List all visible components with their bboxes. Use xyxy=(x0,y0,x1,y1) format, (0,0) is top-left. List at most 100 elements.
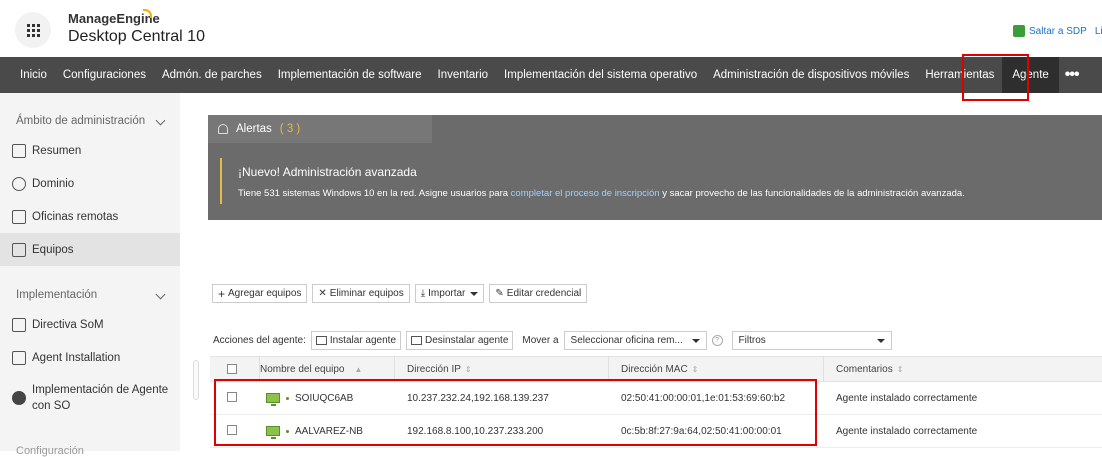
app-launcher-button[interactable] xyxy=(15,12,51,48)
help-icon[interactable]: ? xyxy=(711,335,723,346)
edit-credential-label: Editar credencial xyxy=(506,288,582,299)
remove-equipment-button[interactable]: ✕ Eliminar equipos xyxy=(312,284,410,303)
bell-icon xyxy=(218,124,228,134)
nav-moviles[interactable]: Administración de dispositivos móviles xyxy=(705,57,917,93)
os-deploy-icon xyxy=(12,391,26,405)
alerts-tab-label: Alertas xyxy=(236,123,272,135)
alert-body xyxy=(208,143,1102,220)
close-icon: ✕ xyxy=(318,288,327,299)
sidebar-item-resumen[interactable]: Resumen xyxy=(0,134,180,167)
caret-down-icon xyxy=(876,338,885,343)
policy-icon xyxy=(12,317,26,332)
row-comment: Agente instalado correctamente xyxy=(836,392,978,404)
install-icon xyxy=(12,350,26,365)
sidebar-item-label: Equipos xyxy=(32,243,74,256)
select-all-checkbox[interactable] xyxy=(227,364,237,374)
office-select[interactable]: Seleccionar oficina rem... xyxy=(563,331,707,350)
filters-select-value: Filtros xyxy=(738,335,766,346)
import-button[interactable]: ⤓ Importar xyxy=(414,284,485,303)
highlight-rows-box xyxy=(214,379,817,446)
more-icon[interactable]: ••• xyxy=(1059,66,1085,84)
agent-actions-bar: Acciones del agente: Instalar agente Des… xyxy=(213,331,892,350)
header-comments[interactable]: Comentarios ⇕ xyxy=(824,356,1102,382)
remove-equipment-label: Eliminar equipos xyxy=(329,288,404,299)
alerts-count: ( 3 ) xyxy=(279,123,301,135)
add-equipment-button[interactable]: + Agregar equipos xyxy=(212,284,308,303)
grid-icon xyxy=(26,23,40,37)
agent-actions-label: Acciones del agente: xyxy=(213,335,306,346)
summary-icon xyxy=(12,143,26,158)
plus-icon: + xyxy=(218,286,226,301)
sidebar-item-agent-installation[interactable]: Agent Installation xyxy=(0,341,180,374)
edit-credential-button[interactable]: ✎ Editar credencial xyxy=(489,284,588,303)
sidebar-section-faded: Configuración xyxy=(16,445,84,457)
nav-parches[interactable]: Admón. de parches xyxy=(154,57,270,93)
sidebar-item-equipos[interactable]: Equipos xyxy=(0,233,180,266)
sort-icon: ⇕ xyxy=(896,364,904,374)
equipment-toolbar: + Agregar equipos ✕ Eliminar equipos ⤓ I… xyxy=(212,284,588,303)
brand-product: Desktop Central 10 xyxy=(68,28,205,45)
sidebar-item-label: Oficinas remotas xyxy=(32,210,119,223)
header-name-label: Nombre del equipo xyxy=(260,363,345,375)
app-header: ManageEngine Desktop Central 10 Saltar a… xyxy=(0,0,1102,57)
header-comments-label: Comentarios xyxy=(836,363,893,375)
sidebar-item-directiva[interactable]: Directiva SoM xyxy=(0,308,180,341)
alert-title: ¡Nuevo! Administración avanzada xyxy=(238,165,417,179)
sort-icon: ⇕ xyxy=(464,364,472,374)
install-agent-button[interactable]: Instalar agente xyxy=(310,331,402,350)
header-cut-link[interactable]: Li xyxy=(1095,26,1102,37)
add-equipment-label: Agregar equipos xyxy=(228,288,302,299)
chevron-down-icon xyxy=(155,115,166,126)
nav-software[interactable]: Implementación de software xyxy=(270,57,430,93)
computer-icon xyxy=(12,242,26,257)
filters-select[interactable]: Filtros xyxy=(731,331,892,350)
alert-accent-bar xyxy=(220,158,222,204)
alert-text-start: Tiene 531 sistemas Windows 10 en la red.… xyxy=(238,188,511,199)
alert-text: Tiene 531 sistemas Windows 10 en la red.… xyxy=(238,188,965,199)
alerts-tab[interactable]: Alertas ( 3 ) xyxy=(208,115,432,143)
nav-inventario[interactable]: Inventario xyxy=(430,57,497,93)
sidebar-item-label: Agent Installation xyxy=(32,351,121,364)
row-comment: Agente instalado correctamente xyxy=(836,425,978,437)
download-icon: ⤓ xyxy=(420,288,426,299)
sidebar-item-label: Implementación de Agente con SO xyxy=(32,384,169,412)
globe-icon xyxy=(12,176,26,191)
nav-so[interactable]: Implementación del sistema operativo xyxy=(496,57,705,93)
sdp-link[interactable]: Saltar a SDP Li xyxy=(1013,25,1102,37)
sidebar-resize-handle[interactable] xyxy=(193,360,199,400)
office-select-value: Seleccionar oficina rem... xyxy=(570,335,683,346)
sidebar-section-ambito[interactable]: Ámbito de administración xyxy=(16,115,172,127)
header-mac-label: Dirección MAC xyxy=(621,363,688,375)
sort-icon: ⇕ xyxy=(691,364,699,374)
install-agent-label: Instalar agente xyxy=(329,335,397,346)
move-to-label: Mover a xyxy=(522,335,559,346)
install-agent-icon xyxy=(315,336,327,345)
uninstall-agent-label: Desinstalar agente xyxy=(425,335,509,346)
offices-icon xyxy=(12,209,26,224)
caret-down-icon xyxy=(691,338,700,343)
sidebar-item-dominio[interactable]: Dominio xyxy=(0,167,180,200)
sidebar: Ámbito de administración Resumen Dominio… xyxy=(0,93,180,457)
import-label: Importar xyxy=(428,288,466,299)
nav-inicio[interactable]: Inicio xyxy=(12,57,55,93)
uninstall-agent-icon xyxy=(411,336,423,345)
alert-link[interactable]: completar el proceso de inscripción xyxy=(511,188,660,199)
sidebar-item-label: Dominio xyxy=(32,177,75,190)
highlight-agente-box xyxy=(962,54,1029,101)
sidebar-section-label: Ámbito de administración xyxy=(16,115,146,127)
nav-configuraciones[interactable]: Configuraciones xyxy=(55,57,154,93)
pencil-icon: ✎ xyxy=(495,288,504,299)
uninstall-agent-button[interactable]: Desinstalar agente xyxy=(406,331,514,350)
sidebar-item-label: Resumen xyxy=(32,144,82,157)
sidebar-item-label: Directiva SoM xyxy=(32,318,104,331)
sidebar-section-label: Implementación xyxy=(16,289,98,301)
sort-asc-icon: ▲ xyxy=(354,364,363,374)
alert-text-end: y sacar provecho de las funcionalidades … xyxy=(659,188,965,199)
sidebar-section-implementacion[interactable]: Implementación xyxy=(16,289,172,301)
header-ip-label: Dirección IP xyxy=(407,363,461,375)
sidebar-item-oficinas[interactable]: Oficinas remotas xyxy=(0,200,180,233)
sidebar-item-agente-so[interactable]: Implementación de Agente con SO xyxy=(0,378,180,418)
sdp-icon xyxy=(1013,25,1025,37)
sdp-link-label: Saltar a SDP xyxy=(1029,25,1087,37)
main-nav: Inicio Configuraciones Admón. de parches… xyxy=(0,57,1102,93)
